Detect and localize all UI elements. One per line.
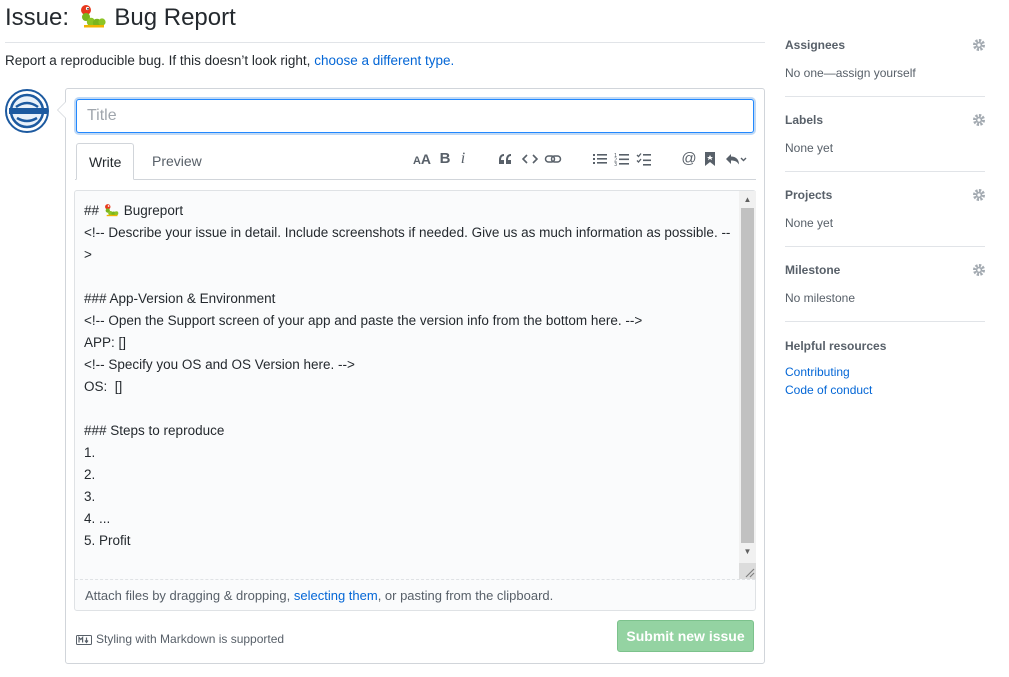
editor-line-text: 3. [84, 489, 96, 504]
attach-suffix: , or pasting from the clipboard. [377, 588, 554, 603]
editor-line: ### Steps to reproduce [84, 420, 734, 442]
submit-new-issue-button[interactable]: Submit new issue [617, 620, 754, 652]
sidebar-projects: Projects None yet [785, 188, 985, 230]
avatar[interactable] [5, 89, 49, 133]
assignees-gear-icon[interactable] [972, 38, 986, 55]
sidebar-divider [785, 321, 985, 322]
attach-prefix: Attach files by dragging & dropping, [85, 588, 294, 603]
milestone-value: No milestone [785, 291, 856, 305]
selecting-them-link[interactable]: selecting them [294, 588, 378, 603]
issue-title-input[interactable] [76, 99, 754, 133]
sidebar-divider [785, 246, 985, 247]
helpful-resources-heading: Helpful resources [785, 339, 887, 353]
editor-scrollbar[interactable]: ▲ ▼ [739, 191, 756, 579]
editor-line: 1. [84, 442, 734, 464]
editor-line-text: ### App-Version & Environment [84, 291, 276, 306]
sidebar-divider [785, 171, 985, 172]
scrollbar-thumb[interactable] [741, 208, 754, 543]
editor-line: <!-- Specify you OS and OS Version here.… [84, 354, 734, 376]
issue-body-editor[interactable]: ## Bugreport <!-- Describe your issue in … [74, 190, 756, 611]
editor-line: 4. ... [84, 508, 734, 530]
sidebar-divider [785, 96, 985, 97]
attach-files-bar[interactable]: Attach files by dragging & dropping, sel… [75, 579, 755, 610]
editor-line: <!-- Describe your issue in detail. Incl… [84, 222, 734, 266]
quote-icon[interactable] [497, 148, 515, 170]
projects-value: None yet [785, 216, 834, 230]
tab-write[interactable]: Write [76, 143, 135, 180]
markdown-icon [76, 633, 92, 649]
editor-line: 3. [84, 486, 734, 508]
sidebar-assignees: Assignees No one—assign yourself [785, 38, 985, 80]
editor-line-text: 4. ... [84, 511, 111, 526]
editor-line-text: <!-- Specify you OS and OS Version here.… [84, 357, 355, 372]
reply-icon[interactable] [725, 148, 749, 170]
milestone-heading: Milestone [785, 263, 841, 277]
issue-template-description: Report a reproducible bug. If this doesn… [5, 53, 454, 68]
choose-different-type-link[interactable]: choose a different type. [314, 53, 454, 68]
editor-line-text: <!-- Describe your issue in detail. Incl… [84, 225, 731, 262]
page-title: Issue: Bug Report [5, 2, 236, 38]
subtitle-text: Report a reproducible bug. If this doesn… [5, 53, 311, 68]
assignees-value[interactable]: No one—assign yourself [785, 66, 985, 80]
labels-heading: Labels [785, 113, 824, 127]
editor-line: APP: [] [84, 332, 734, 354]
milestone-gear-icon[interactable] [972, 263, 986, 280]
editor-line-prefix: ## [84, 203, 103, 218]
resize-handle-icon[interactable] [739, 563, 756, 579]
header-icon[interactable]: AA [412, 148, 432, 170]
scroll-down-arrow-icon[interactable]: ▼ [739, 545, 756, 559]
editor-line: <!-- Open the Support screen of your app… [84, 310, 734, 332]
title-divider [5, 42, 765, 43]
editor-line-text: 2. [84, 467, 96, 482]
numbered-list-icon[interactable]: 123 [614, 148, 632, 170]
editor-line-text: OS: [] [84, 379, 123, 394]
svg-text:3: 3 [614, 162, 617, 167]
contributing-link[interactable]: Contributing [785, 363, 985, 381]
editor-line-text: APP: [] [84, 335, 127, 350]
saved-reply-icon[interactable] [703, 148, 719, 170]
sidebar-labels: Labels None yet [785, 113, 985, 155]
italic-icon[interactable]: i [457, 148, 469, 170]
scroll-up-arrow-icon[interactable]: ▲ [739, 193, 756, 207]
editor-line: OS: [] [84, 376, 734, 398]
projects-gear-icon[interactable] [972, 188, 986, 205]
editor-line-text: 5. Profit [84, 533, 131, 548]
helpful-links: Contributing Code of conduct [785, 363, 985, 399]
mention-icon[interactable]: @ [680, 148, 698, 170]
markdown-support-note[interactable]: Styling with Markdown is supported [76, 631, 284, 649]
form-pointer-inner [58, 102, 66, 118]
code-of-conduct-link[interactable]: Code of conduct [785, 381, 985, 399]
editor-line: 2. [84, 464, 734, 486]
title-prefix: Issue: [5, 4, 70, 31]
editor-line-text: ### Steps to reproduce [84, 423, 225, 438]
sidebar-helpful-resources: Helpful resources Contributing Code of c… [785, 339, 985, 399]
caterpillar-emoji-icon [78, 3, 106, 38]
tab-preview[interactable]: Preview [140, 143, 214, 180]
labels-gear-icon[interactable] [972, 113, 986, 130]
editor-line: ### App-Version & Environment [84, 288, 734, 310]
projects-heading: Projects [785, 188, 833, 202]
editor-line: ## Bugreport [84, 200, 734, 222]
bulleted-list-icon[interactable] [592, 148, 610, 170]
title-text: Bug Report [114, 4, 236, 31]
editor-line-text: <!-- Open the Support screen of your app… [84, 313, 643, 328]
issue-body-text[interactable]: ## Bugreport <!-- Describe your issue in … [84, 200, 734, 552]
sidebar-milestone: Milestone No milestone [785, 263, 985, 305]
link-icon[interactable] [544, 148, 564, 170]
task-list-icon[interactable] [636, 148, 654, 170]
labels-value: None yet [785, 141, 834, 155]
markdown-note-text: Styling with Markdown is supported [96, 632, 285, 646]
code-icon[interactable] [522, 148, 540, 170]
bold-icon[interactable]: B [438, 148, 452, 170]
caterpillar-emoji-icon [103, 203, 124, 218]
assignees-heading: Assignees [785, 38, 846, 52]
editor-line-text: Bugreport [123, 203, 184, 218]
editor-line: 5. Profit [84, 530, 734, 552]
editor-line-text: 1. [84, 445, 96, 460]
